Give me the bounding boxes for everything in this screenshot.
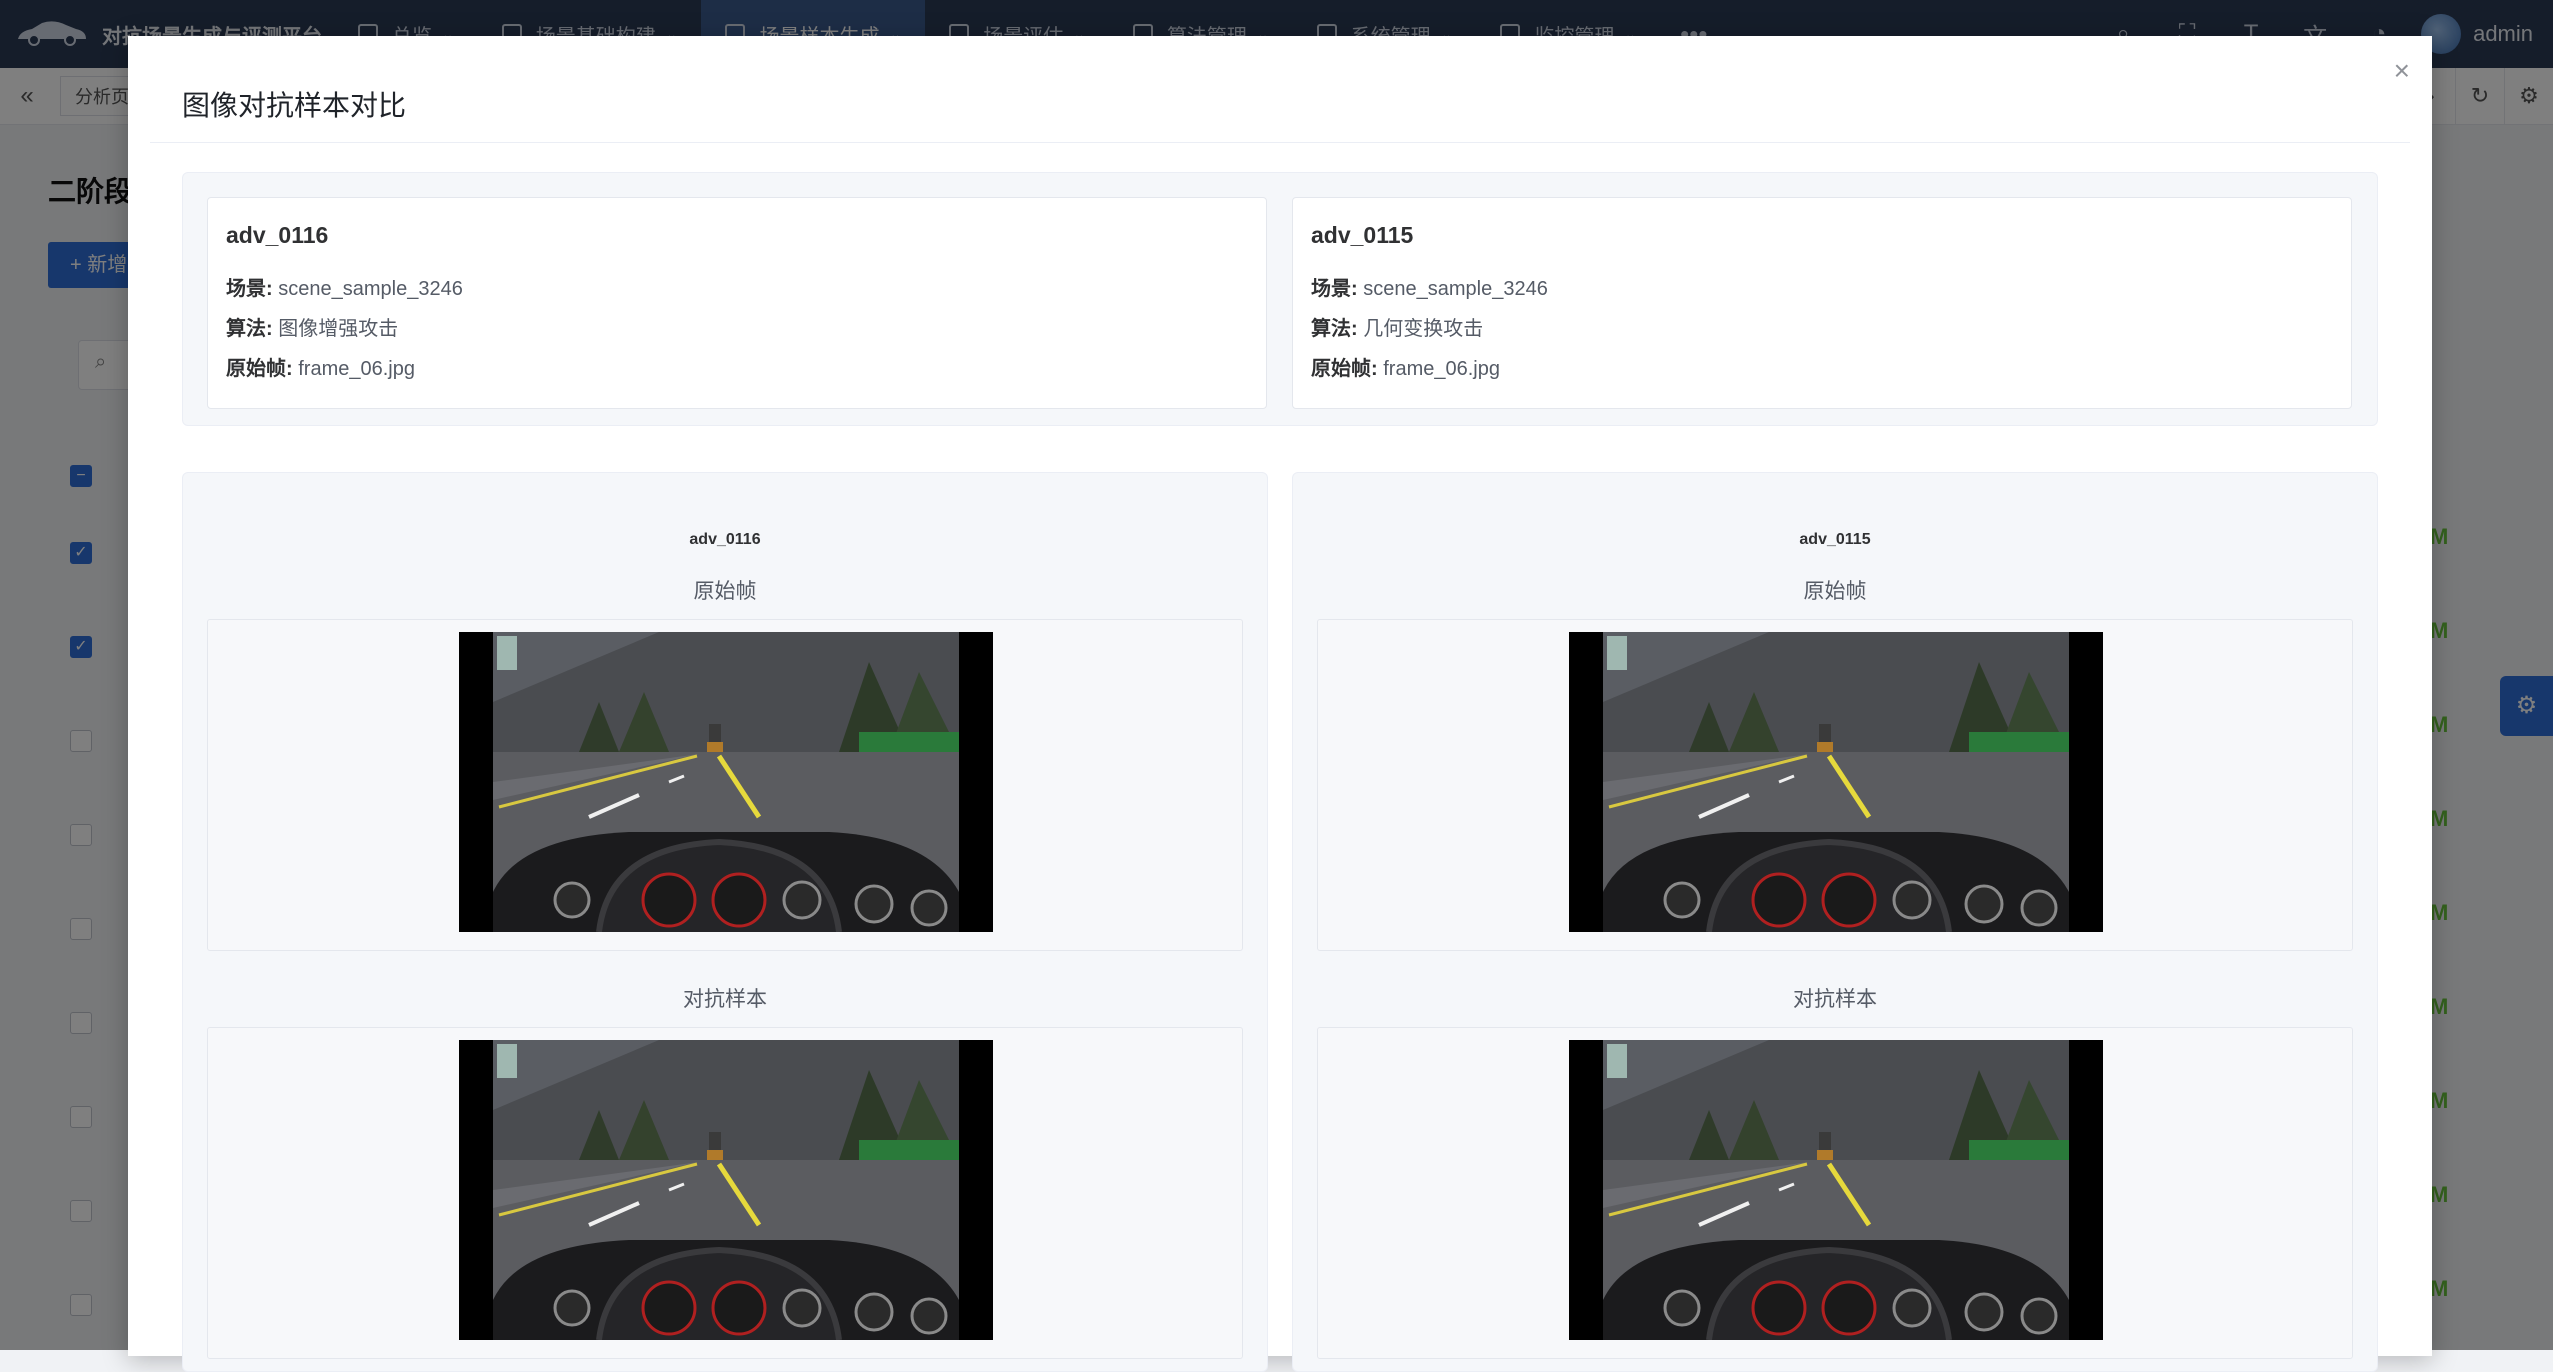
compare-column: adv_0115 原始帧 对抗样本: [1292, 472, 2378, 1372]
column-sample-name: adv_0116: [689, 531, 761, 548]
original-frame-image[interactable]: [459, 632, 993, 932]
original-frame-image[interactable]: [1569, 632, 2103, 932]
adversarial-sample-label: 对抗样本: [1793, 988, 1877, 1011]
compare-dialog: 图像对抗样本对比 × adv_0116 场景: scene_sample_324…: [128, 36, 2432, 1372]
frame-row: 原始帧: frame_06.jpg: [1311, 358, 1500, 380]
sample-info-panel: adv_0116 场景: scene_sample_3246 算法: 图像增强攻…: [182, 172, 2378, 426]
column-sample-name: adv_0115: [1799, 531, 1871, 548]
algorithm-row: 算法: 几何变换攻击: [1311, 318, 1484, 340]
frame-row: 原始帧: frame_06.jpg: [226, 358, 415, 380]
algorithm-row: 算法: 图像增强攻击: [226, 318, 399, 340]
scene-row: 场景: scene_sample_3246: [1311, 278, 1548, 300]
adversarial-image-box: [207, 1027, 1243, 1359]
dialog-header: 图像对抗样本对比 ×: [128, 36, 2432, 142]
sample-info-card: adv_0115 场景: scene_sample_3246 算法: 几何变换攻…: [1292, 197, 2352, 409]
adversarial-sample-image[interactable]: [459, 1040, 993, 1340]
original-frame-label: 原始帧: [693, 580, 757, 603]
compare-column: adv_0116 原始帧 对抗样本: [182, 472, 1268, 1372]
dialog-title: 图像对抗样本对比: [182, 90, 407, 121]
close-icon[interactable]: ×: [2394, 54, 2410, 88]
original-image-box: [207, 619, 1243, 951]
sample-info-card: adv_0116 场景: scene_sample_3246 算法: 图像增强攻…: [207, 197, 1267, 409]
adversarial-sample-image[interactable]: [1569, 1040, 2103, 1340]
adversarial-image-box: [1317, 1027, 2353, 1359]
sample-name: adv_0116: [226, 222, 329, 248]
sample-name: adv_0115: [1311, 222, 1414, 248]
original-frame-label: 原始帧: [1803, 580, 1867, 603]
original-image-box: [1317, 619, 2353, 951]
divider: [150, 142, 2410, 143]
adversarial-sample-label: 对抗样本: [683, 988, 767, 1011]
scene-row: 场景: scene_sample_3246: [226, 278, 463, 300]
